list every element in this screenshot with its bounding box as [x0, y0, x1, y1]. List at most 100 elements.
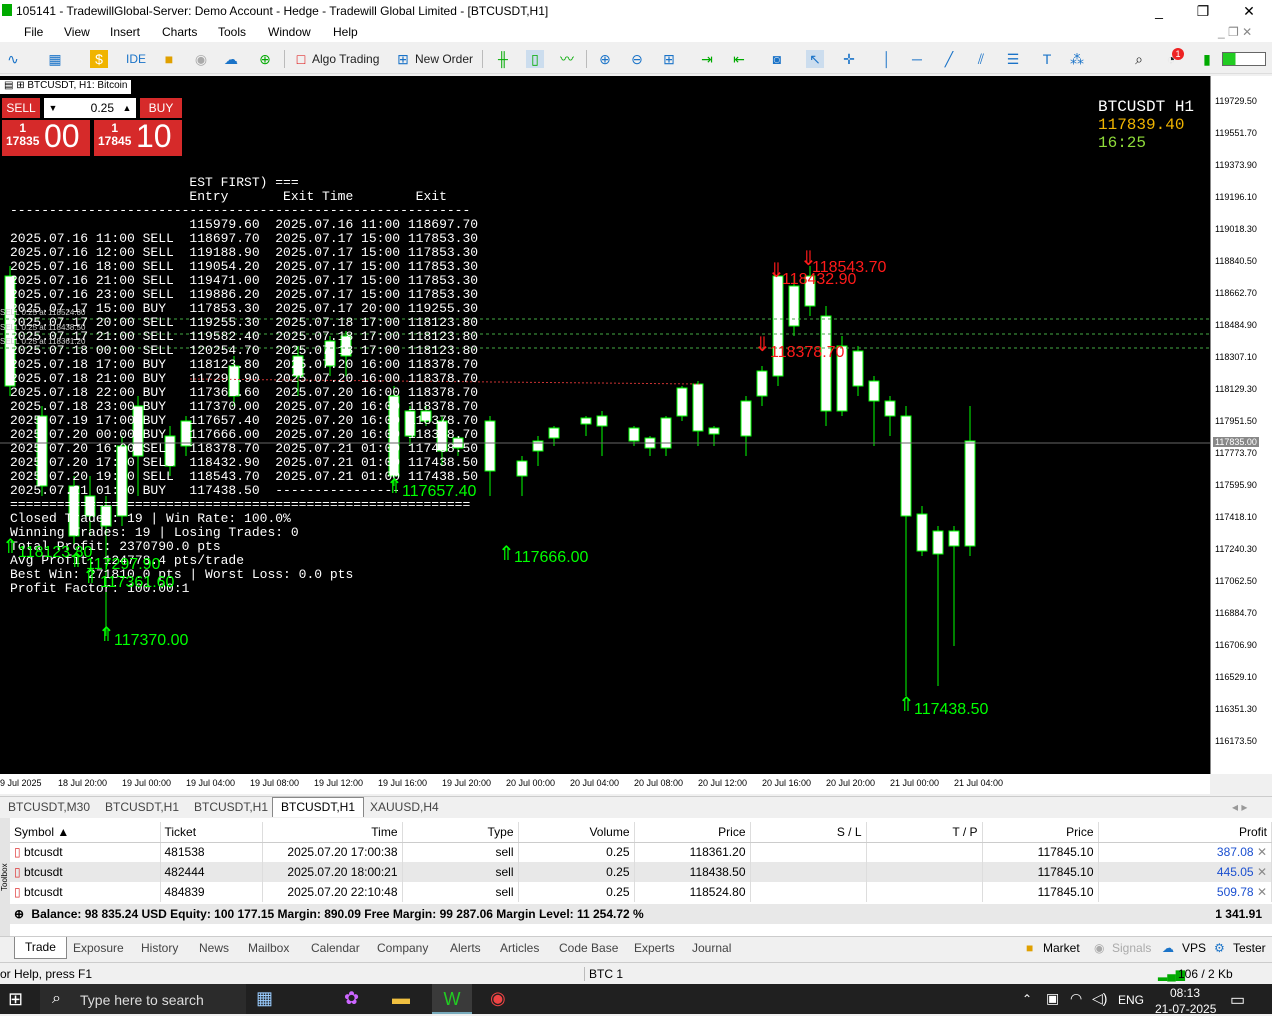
copilot-icon[interactable]: ✿ — [344, 988, 359, 1009]
tab-articles[interactable]: Articles — [500, 941, 539, 955]
channel-icon[interactable]: ⫽ — [972, 50, 990, 68]
cursor-icon[interactable]: ↖ — [806, 50, 824, 68]
market-icon[interactable]: $ — [90, 50, 108, 68]
tab-exposure[interactable]: Exposure — [73, 941, 124, 955]
crosshair-icon[interactable]: ✛ — [840, 50, 858, 68]
tile-windows-icon[interactable]: ⊞ — [660, 50, 678, 68]
col-price[interactable]: Price — [634, 822, 751, 843]
close-position-icon[interactable]: ✕ — [1254, 865, 1267, 879]
tab-market[interactable]: Market — [1043, 941, 1080, 955]
chart-window[interactable]: ▤ ⊞ BTCUSDT, H1: Bitcoin EST FIRST) === … — [0, 76, 1210, 774]
menu-charts[interactable]: Charts — [162, 25, 197, 39]
tray-chevron-icon[interactable]: ⌃ — [1022, 992, 1032, 1006]
col-profit[interactable]: Profit — [1098, 822, 1272, 843]
taskbar-search-input[interactable]: Type here to search — [80, 992, 204, 1008]
close-position-icon[interactable]: ✕ — [1254, 885, 1267, 899]
volume-up-icon[interactable]: ▲ — [118, 98, 136, 118]
tab-journal[interactable]: Journal — [692, 941, 731, 955]
close-position-icon[interactable]: ✕ — [1254, 845, 1267, 859]
buy-button[interactable]: BUY — [140, 98, 182, 118]
table-row[interactable]: ▯ btcusdt 484839 2025.07.20 22:10:48 sell 0.… — [10, 882, 1272, 902]
line-chart-icon[interactable]: 〰 — [558, 50, 576, 68]
zoom-out-icon[interactable]: ⊖ — [628, 50, 646, 68]
expand-icon[interactable]: ⊕ — [14, 907, 24, 921]
file-explorer-icon[interactable]: ▬ — [392, 988, 410, 1009]
lock-icon[interactable]: ■ — [160, 50, 178, 68]
ide-button[interactable]: IDE — [126, 48, 146, 70]
menu-file[interactable]: File — [24, 25, 43, 39]
table-row[interactable]: ▯ btcusdt 482444 2025.07.20 18:00:21 sell 0.… — [10, 862, 1272, 882]
tab-news[interactable]: News — [199, 941, 229, 955]
fibonacci-icon[interactable]: ☰ — [1004, 50, 1022, 68]
menu-window[interactable]: Window — [268, 25, 311, 39]
tab-signals[interactable]: Signals — [1112, 941, 1151, 955]
tabs-scroll-icon[interactable]: ◂ ▸ — [1232, 800, 1247, 814]
bar-chart-icon[interactable]: ╫ — [494, 50, 512, 68]
col-current-price[interactable]: Price — [982, 822, 1099, 843]
tab-trade[interactable]: Trade — [14, 937, 67, 959]
vps-icon[interactable]: ☁ — [1162, 941, 1174, 955]
volume-icon[interactable]: ◁) — [1092, 990, 1107, 1007]
col-time[interactable]: Time — [262, 822, 403, 843]
col-type[interactable]: Type — [402, 822, 519, 843]
text-icon[interactable]: T — [1038, 50, 1056, 68]
minimize-button[interactable]: _ — [1136, 1, 1182, 21]
price-scale[interactable]: 119729.50 119551.70 119373.90 119196.10 1190… — [1210, 76, 1272, 774]
signal-icon[interactable]: ◉ — [192, 50, 210, 68]
algo-trading-button[interactable]: Algo Trading — [312, 48, 379, 70]
new-chart-icon[interactable]: ▦ — [46, 50, 64, 68]
taskbar-search-box[interactable]: ⌕ Type here to search — [40, 984, 246, 1014]
tab-chart[interactable]: BTCUSDT,H1 — [105, 800, 179, 814]
menu-help[interactable]: Help — [333, 25, 358, 39]
candlestick-icon[interactable]: ▯ — [526, 50, 544, 68]
windows-start-icon[interactable]: ⊞ — [8, 989, 23, 1010]
position-label[interactable]: SELL 0.25 at 118524.80 — [0, 308, 85, 317]
menu-view[interactable]: View — [64, 25, 90, 39]
status-profile[interactable]: BTC 1 — [584, 967, 623, 981]
position-label[interactable]: SELL 0.25 at 118438.50 — [0, 323, 85, 332]
sell-button[interactable]: SELL — [2, 98, 40, 118]
globe-icon[interactable]: ⊕ — [256, 50, 274, 68]
position-label[interactable]: SELL 0.25 at 118361.20 — [0, 337, 85, 346]
tester-icon[interactable]: ⚙ — [1214, 941, 1225, 955]
time-scale[interactable]: 9 Jul 2025 18 Jul 20:00 19 Jul 00:00 19 Jul… — [0, 774, 1210, 794]
market-icon[interactable]: ■ — [1026, 941, 1033, 955]
wifi-icon[interactable]: ◠ — [1070, 990, 1082, 1007]
tab-chart[interactable]: XAUUSD,H4 — [370, 800, 439, 814]
col-sl[interactable]: S / L — [750, 822, 867, 843]
chart-shift-icon[interactable]: ⇤ — [730, 50, 748, 68]
shapes-icon[interactable]: ⁂ — [1068, 50, 1086, 68]
search-icon[interactable]: ⌕ — [1130, 50, 1148, 68]
restore-button[interactable]: ❐ — [1180, 1, 1226, 21]
signals-icon[interactable]: ◉ — [1094, 941, 1104, 955]
tab-chart[interactable]: BTCUSDT,H1 — [194, 800, 268, 814]
auto-scroll-icon[interactable]: ⇥ — [698, 50, 716, 68]
menu-insert[interactable]: Insert — [110, 25, 140, 39]
chrome-icon[interactable]: ◉ — [490, 988, 506, 1009]
col-tp[interactable]: T / P — [866, 822, 983, 843]
volume-down-icon[interactable]: ▼ — [44, 98, 62, 118]
horizontal-line-icon[interactable]: ─ — [908, 50, 926, 68]
menu-tools[interactable]: Tools — [218, 25, 246, 39]
tab-calendar[interactable]: Calendar — [311, 941, 360, 955]
language-indicator[interactable]: ENG — [1118, 993, 1144, 1007]
news-widget-icon[interactable]: ▦ — [256, 988, 273, 1009]
algo-trading-icon[interactable]: □ — [292, 50, 310, 68]
tab-history[interactable]: History — [141, 941, 178, 955]
new-order-button[interactable]: New Order — [415, 48, 473, 70]
tab-company[interactable]: Company — [377, 941, 428, 955]
notification-center-icon[interactable]: ▭ — [1230, 990, 1245, 1010]
tab-chart-active[interactable]: BTCUSDT,H1 — [272, 797, 365, 817]
chart-type-icon[interactable]: ∿ — [4, 50, 22, 68]
tab-alerts[interactable]: Alerts — [450, 941, 481, 955]
buy-price-box[interactable]: 1 17845 10 — [94, 118, 182, 156]
window-min-inner[interactable]: _ ❐ ✕ — [1218, 25, 1252, 39]
col-symbol[interactable]: Symbol ▲ — [10, 822, 161, 843]
trendline-icon[interactable]: ╱ — [940, 50, 958, 68]
tab-mailbox[interactable]: Mailbox — [248, 941, 289, 955]
zoom-in-icon[interactable]: ⊕ — [596, 50, 614, 68]
screenshot-icon[interactable]: ◙ — [768, 50, 786, 68]
vertical-line-icon[interactable]: │ — [878, 50, 896, 68]
table-row[interactable]: ▯ btcusdt 481538 2025.07.20 17:00:38 sell 0.… — [10, 842, 1272, 862]
sell-price-box[interactable]: 1 17835 00 — [2, 118, 90, 156]
